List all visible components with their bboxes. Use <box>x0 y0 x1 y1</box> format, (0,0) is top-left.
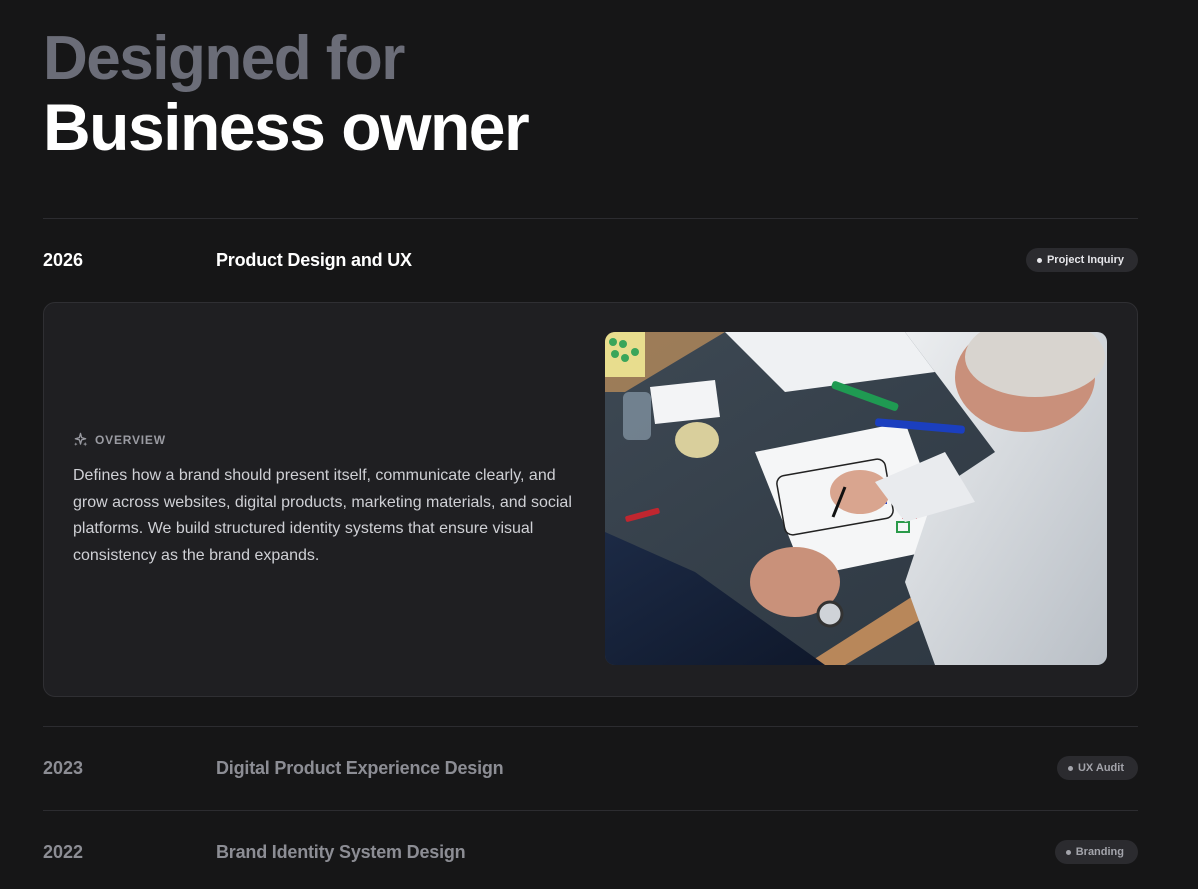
project-photo <box>605 332 1107 665</box>
dot-icon <box>1067 765 1073 771</box>
dot-icon <box>1065 849 1071 855</box>
project-title: Digital Product Experience Design <box>216 757 504 778</box>
project-details-card: OVERVIEW Defines how a brand should pres… <box>43 302 1138 697</box>
project-row-2022[interactable]: 2022 Brand Identity System Design Brandi… <box>43 832 1138 872</box>
badge-label: UX Audit <box>1077 762 1124 774</box>
divider <box>43 810 1138 811</box>
project-year: 2023 <box>43 757 84 778</box>
branding-badge[interactable]: Branding <box>1054 840 1138 864</box>
project-year: 2026 <box>43 249 84 270</box>
badge-label: Branding <box>1075 846 1124 858</box>
overview-description: Defines how a brand should present itsel… <box>73 467 572 564</box>
project-row-2026[interactable]: 2026 Product Design and UX Project Inqui… <box>43 240 1138 280</box>
dot-icon <box>1036 257 1042 263</box>
sparkles-icon <box>74 432 88 447</box>
page-headline: Designed for Business owner <box>43 24 530 164</box>
project-title: Brand Identity System Design <box>216 841 466 862</box>
divider <box>43 218 1138 219</box>
design-sketch-photo <box>605 332 1107 665</box>
project-year: 2022 <box>43 841 84 862</box>
divider <box>43 726 1138 727</box>
page: Designed for Business owner 2026 Product… <box>0 0 1198 889</box>
project-title: Product Design and UX <box>216 249 412 270</box>
headline-line-2: Business owner <box>43 90 530 164</box>
overview-label-text: OVERVIEW <box>95 432 166 447</box>
project-row-2023[interactable]: 2023 Digital Product Experience Design U… <box>43 748 1138 788</box>
overview-label: OVERVIEW <box>73 432 166 447</box>
headline-line-1: Designed for <box>43 24 405 93</box>
project-inquiry-badge[interactable]: Project Inquiry <box>1025 248 1138 272</box>
badge-label: Project Inquiry <box>1046 254 1124 266</box>
ux-audit-badge[interactable]: UX Audit <box>1056 756 1138 780</box>
